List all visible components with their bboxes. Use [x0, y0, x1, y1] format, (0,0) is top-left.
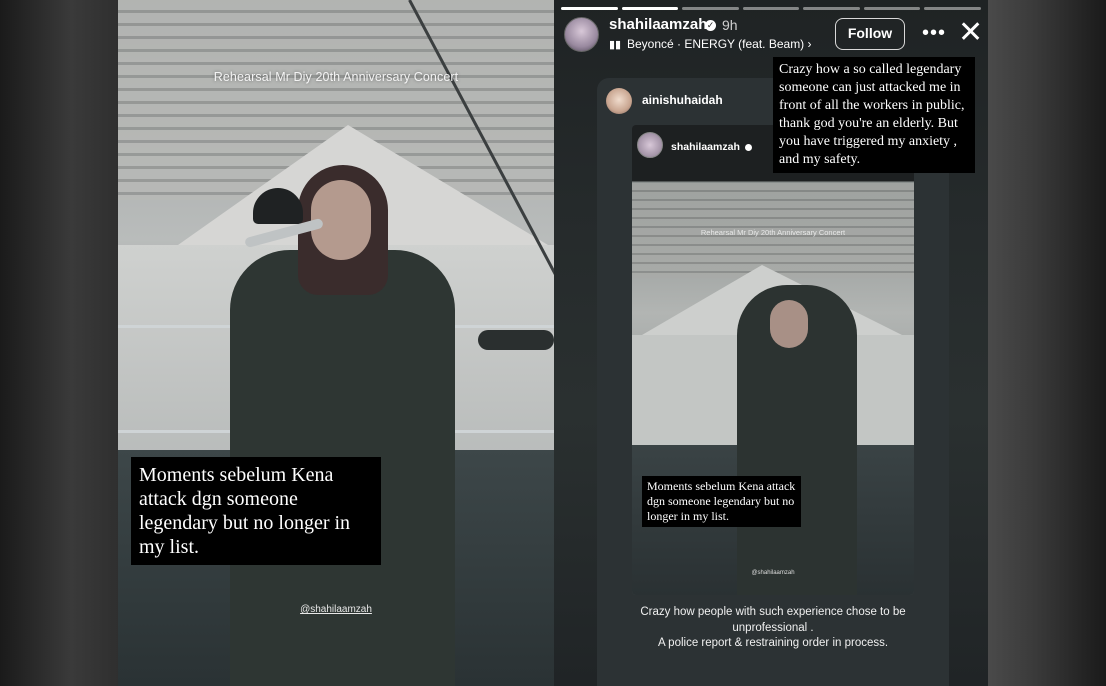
audio-wave-icon: ▮▮: [609, 39, 622, 51]
background-blur-right: [988, 0, 1106, 686]
follow-button[interactable]: Follow: [835, 18, 905, 50]
progress-segment: [803, 7, 860, 10]
inner-watermark: @shahilaamzah: [751, 570, 795, 576]
progress-segment: [561, 7, 618, 10]
right-story-viewer: shahilaamzah ✓ 9h ▮▮ Beyoncé · ENERGY (f…: [554, 0, 988, 686]
progress-segment: [621, 7, 679, 10]
avatar[interactable]: [564, 17, 599, 52]
story-music-link[interactable]: Beyoncé · ENERGY (feat. Beam) ›: [627, 37, 812, 51]
inner-overlay-title: Rehearsal Mr Diy 20th Anniversary Concer…: [700, 228, 846, 237]
more-options-icon[interactable]: •••: [922, 22, 946, 45]
story-username[interactable]: shahilaamzah: [609, 16, 707, 33]
progress-segment: [924, 7, 982, 10]
story-caption: Moments sebelum Kena attack dgn someone …: [131, 457, 381, 565]
story-time: 9h: [722, 17, 738, 33]
inner-username: shahilaamzah: [671, 141, 740, 153]
story-progress-bar: [561, 7, 982, 10]
inner-caption: Moments sebelum Kena attack dgn someone …: [642, 476, 801, 527]
progress-segment: [682, 7, 739, 10]
reshare-avatar[interactable]: [606, 88, 632, 114]
verified-badge-icon: ✓: [705, 20, 716, 31]
singer-face: [770, 300, 808, 348]
story-overlay-title: Rehearsal Mr Diy 20th Anniversary Concer…: [213, 70, 459, 84]
background-person-arm: [478, 330, 554, 350]
close-icon[interactable]: ✕: [958, 18, 983, 48]
progress-segment: [863, 7, 921, 10]
story-notice-text: Crazy how a so called legendary someone …: [773, 57, 975, 173]
bottom-text-line: A police report & restraining order in p…: [657, 637, 889, 649]
inner-avatar: [637, 132, 663, 158]
reshare-username[interactable]: ainishuhaidah: [642, 93, 723, 107]
progress-segment: [742, 7, 800, 10]
story-watermark: @shahilaamzah: [300, 604, 372, 615]
verified-badge-icon: [745, 144, 752, 151]
left-story-photo: Rehearsal Mr Diy 20th Anniversary Concer…: [118, 0, 554, 686]
bottom-text-line: Crazy how people with such experience ch…: [640, 606, 906, 634]
background-blur-left: [0, 0, 118, 686]
story-bottom-text: Crazy how people with such experience ch…: [614, 605, 932, 652]
